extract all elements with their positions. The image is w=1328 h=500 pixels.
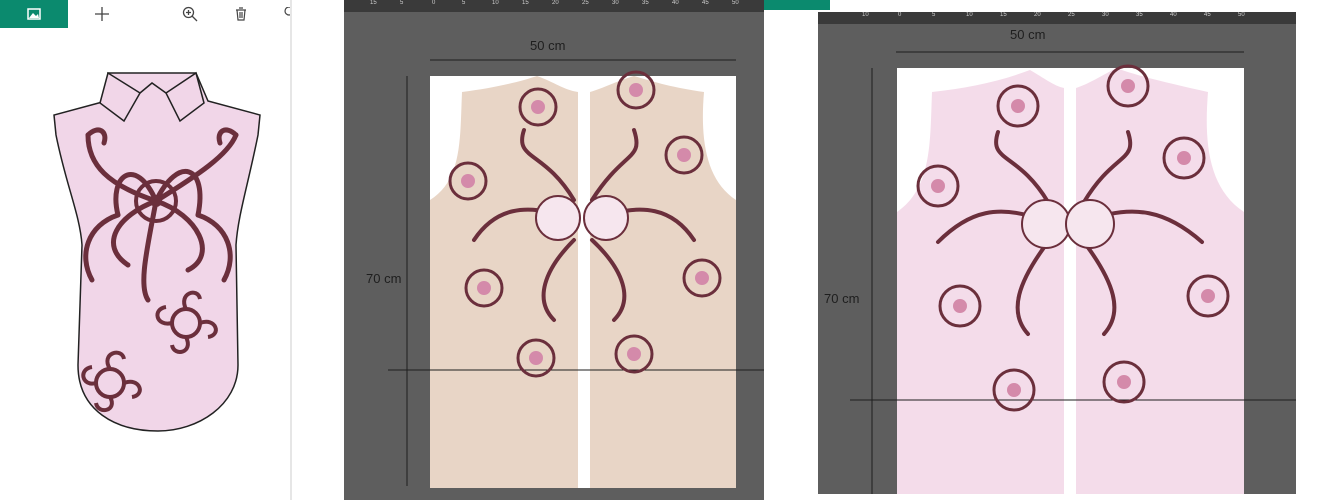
plus-icon [95, 7, 109, 21]
image-button[interactable] [0, 0, 68, 28]
garment-preview [53, 71, 261, 432]
delete-icon [236, 7, 246, 21]
image-icon [27, 8, 41, 20]
pattern-canvas-beige[interactable]: 15 5 0 5 10 15 20 25 30 35 40 45 50 50 c… [344, 0, 764, 500]
delete-button[interactable] [228, 0, 254, 28]
pattern-sheet [850, 51, 1296, 494]
pattern-canvas-pink[interactable]: 10 0 5 10 15 20 25 30 35 40 45 50 50 cm … [818, 12, 1296, 494]
panel-divider [290, 0, 292, 500]
preview-panel [0, 0, 292, 500]
zoom-in-icon [182, 6, 198, 22]
pattern-sheet [388, 59, 764, 488]
accent-strip [764, 0, 830, 10]
zoom-in-button[interactable] [176, 0, 204, 28]
add-button[interactable] [88, 0, 116, 28]
